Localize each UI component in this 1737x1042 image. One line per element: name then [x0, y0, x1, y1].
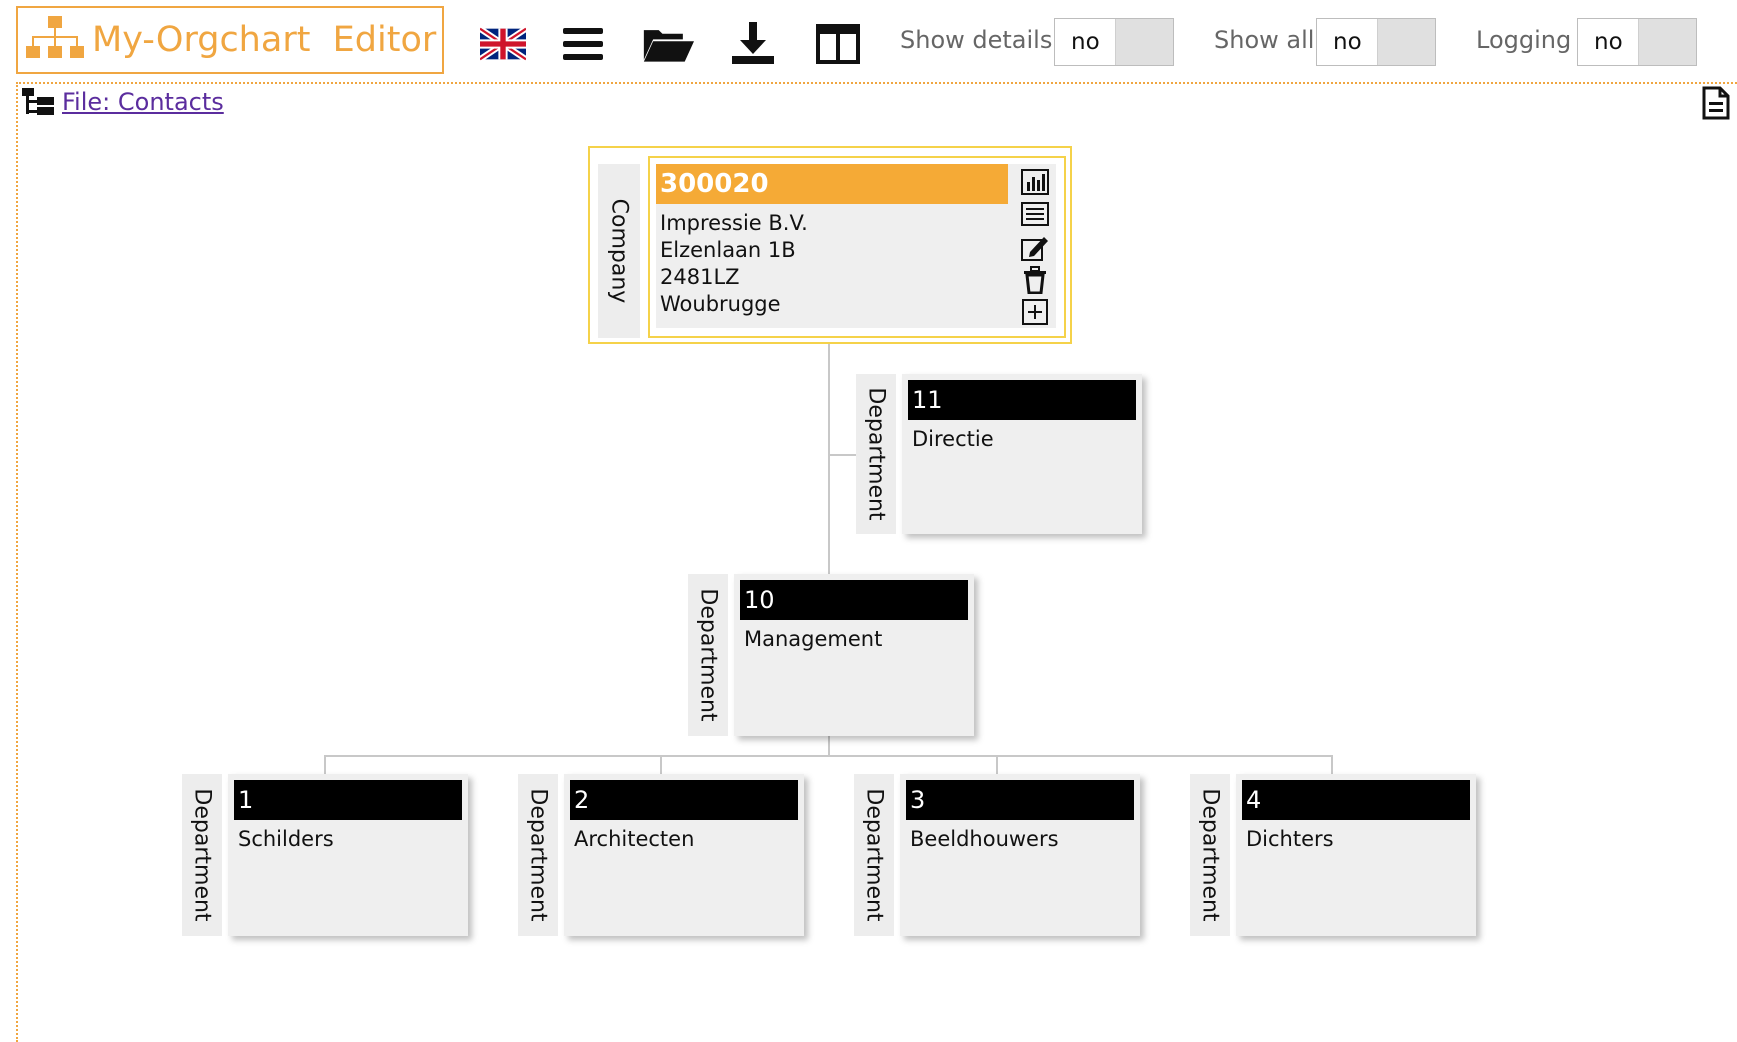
department-node[interactable]: Department 10 Management: [688, 574, 974, 736]
department-id: 2: [570, 780, 798, 820]
file-link[interactable]: File: Contacts: [62, 88, 224, 116]
company-card[interactable]: 300020 Impressie B.V. Elzenlaan 1B 2481L…: [648, 156, 1066, 338]
logging-label: Logging: [1476, 26, 1572, 54]
department-name: Schilders: [238, 827, 334, 851]
document-icon[interactable]: [1702, 86, 1730, 120]
department-id: 10: [740, 580, 968, 620]
app-title: My-Orgchart Editor: [92, 20, 437, 60]
list-icon[interactable]: [1020, 200, 1050, 228]
menu-icon[interactable]: [557, 18, 609, 70]
department-id: 3: [906, 780, 1134, 820]
department-node[interactable]: Department 11 Directie: [856, 374, 1142, 534]
node-type-label: Department: [518, 774, 558, 936]
node-type-label: Department: [688, 574, 728, 736]
show-all-value: no: [1333, 29, 1362, 55]
toggle-knob: [1376, 19, 1435, 65]
company-name: Impressie B.V.: [660, 211, 808, 235]
department-card[interactable]: 1 Schilders: [228, 774, 468, 936]
department-name: Beeldhouwers: [910, 827, 1059, 851]
logging-toggle[interactable]: no: [1577, 18, 1697, 66]
connector-line: [828, 454, 858, 456]
add-icon[interactable]: [1020, 298, 1050, 326]
app-logo[interactable]: My-Orgchart Editor: [16, 6, 444, 74]
company-details: Impressie B.V. Elzenlaan 1B 2481LZ Woubr…: [660, 210, 808, 318]
department-node[interactable]: Department 4 Dichters: [1190, 774, 1476, 936]
department-card[interactable]: 11 Directie: [902, 374, 1142, 534]
show-details-value: no: [1071, 29, 1100, 55]
department-id: 4: [1242, 780, 1470, 820]
company-node[interactable]: Company 300020 Impressie B.V. Elzenlaan …: [588, 146, 1072, 344]
connector-line: [828, 734, 830, 756]
department-card[interactable]: 10 Management: [734, 574, 974, 736]
node-type-label: Department: [1190, 774, 1230, 936]
show-all-label: Show all: [1214, 26, 1315, 54]
department-node[interactable]: Department 2 Architecten: [518, 774, 804, 936]
trash-icon[interactable]: [1020, 266, 1050, 294]
layout-icon[interactable]: [812, 18, 864, 70]
edit-icon[interactable]: [1020, 234, 1050, 262]
company-postcode: 2481LZ: [660, 265, 740, 289]
node-type-label: Department: [854, 774, 894, 936]
department-card[interactable]: 2 Architecten: [564, 774, 804, 936]
department-node[interactable]: Department 3 Beeldhouwers: [854, 774, 1140, 936]
folder-open-icon[interactable]: [642, 18, 694, 70]
department-name: Dichters: [1246, 827, 1334, 851]
toggle-knob: [1114, 19, 1173, 65]
department-card[interactable]: 3 Beeldhouwers: [900, 774, 1140, 936]
department-node[interactable]: Department 1 Schilders: [182, 774, 468, 936]
connector-line: [324, 755, 1333, 757]
department-card[interactable]: 4 Dichters: [1236, 774, 1476, 936]
company-address: Elzenlaan 1B: [660, 238, 796, 262]
department-id: 11: [908, 380, 1136, 420]
chart-icon[interactable]: [1020, 168, 1050, 196]
company-city: Woubrugge: [660, 292, 781, 316]
department-name: Architecten: [574, 827, 695, 851]
tree-icon[interactable]: [22, 88, 54, 116]
department-id: 1: [234, 780, 462, 820]
company-id: 300020: [656, 164, 1008, 204]
node-type-label: Department: [182, 774, 222, 936]
show-details-toggle[interactable]: no: [1054, 18, 1174, 66]
orgchart-logo-icon: [26, 16, 84, 58]
download-icon[interactable]: [727, 18, 779, 70]
logging-value: no: [1594, 29, 1623, 55]
show-details-label: Show details: [900, 26, 1053, 54]
uk-flag-icon[interactable]: [477, 18, 529, 70]
department-name: Directie: [912, 427, 994, 451]
node-type-label: Department: [856, 374, 896, 534]
department-name: Management: [744, 627, 883, 651]
toggle-knob: [1637, 19, 1696, 65]
show-all-toggle[interactable]: no: [1316, 18, 1436, 66]
node-type-label: Company: [598, 164, 640, 338]
